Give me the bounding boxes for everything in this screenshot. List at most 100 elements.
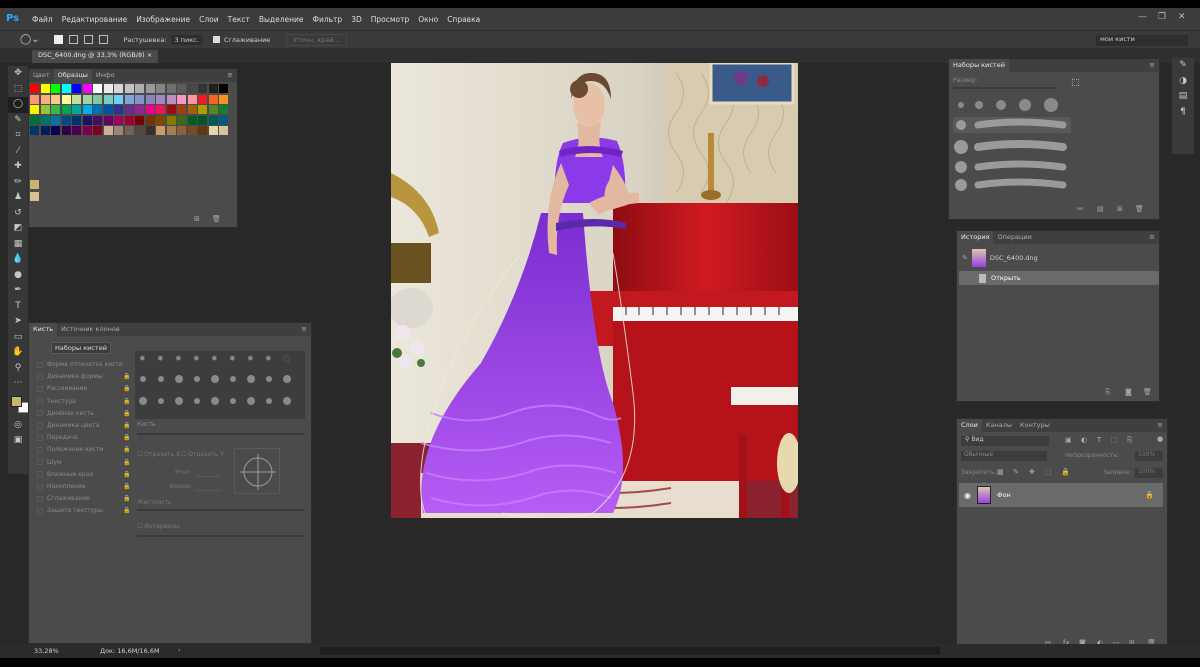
color-swatch[interactable] bbox=[166, 94, 176, 104]
color-swatch[interactable] bbox=[93, 115, 102, 125]
quick-mask-icon[interactable]: ◎ bbox=[8, 418, 28, 434]
foreground-color[interactable] bbox=[11, 395, 22, 407]
color-swatch[interactable] bbox=[61, 115, 71, 125]
color-swatch[interactable] bbox=[40, 94, 50, 104]
brush-option-row[interactable]: Рассеивание 🔒 bbox=[37, 383, 130, 394]
color-swatch[interactable] bbox=[177, 105, 186, 114]
menu-select[interactable]: Выделение bbox=[259, 15, 304, 24]
color-swatch[interactable] bbox=[135, 115, 144, 125]
color-swatch[interactable] bbox=[145, 105, 155, 114]
visibility-eye-icon[interactable]: ◉ bbox=[964, 491, 971, 500]
brush-option-row[interactable]: Влажные края 🔒 bbox=[37, 469, 130, 480]
dodge-tool-icon[interactable]: ● bbox=[8, 268, 28, 284]
gradient-tool-icon[interactable]: ▦ bbox=[8, 237, 28, 253]
stamp-tool-icon[interactable]: ♟ bbox=[8, 190, 28, 206]
tab-info[interactable]: Инфо bbox=[92, 69, 119, 82]
color-swatch[interactable] bbox=[82, 94, 92, 104]
minimize-icon[interactable]: — bbox=[1138, 12, 1147, 22]
brush-option-checkbox[interactable] bbox=[37, 495, 43, 502]
tab-brush-presets[interactable]: Наборы кистей bbox=[949, 59, 1009, 72]
color-swatch[interactable] bbox=[30, 126, 39, 135]
color-swatch[interactable] bbox=[30, 84, 39, 93]
new-selection-icon[interactable] bbox=[53, 35, 63, 44]
delete-state-icon[interactable]: 🗑 bbox=[1143, 388, 1152, 396]
color-swatch[interactable] bbox=[51, 84, 60, 93]
tab-paths[interactable]: Контуры bbox=[1016, 419, 1054, 432]
tab-channels[interactable]: Каналы bbox=[982, 419, 1016, 432]
color-swatch[interactable] bbox=[103, 94, 113, 104]
color-swatch[interactable] bbox=[145, 84, 155, 93]
filter-toggle-icon[interactable]: ● bbox=[1157, 435, 1163, 443]
color-swatch[interactable] bbox=[93, 126, 102, 135]
type-tool-icon[interactable]: T bbox=[8, 299, 28, 315]
color-swatch[interactable] bbox=[145, 94, 155, 104]
option-lock-icon[interactable]: 🔒 bbox=[123, 507, 130, 514]
color-swatch[interactable] bbox=[72, 94, 81, 104]
color-swatch[interactable] bbox=[103, 126, 113, 135]
color-swatch[interactable] bbox=[40, 115, 50, 125]
color-swatch[interactable] bbox=[30, 180, 39, 189]
color-swatch[interactable] bbox=[208, 105, 218, 114]
paragraph-panel-icon[interactable]: ¶ bbox=[1172, 105, 1194, 121]
color-swatch[interactable] bbox=[30, 105, 39, 114]
brush-option-checkbox[interactable] bbox=[37, 422, 43, 429]
panel-menu-icon[interactable]: ≡ bbox=[227, 71, 233, 79]
layer-row-background[interactable]: ◉ Фон 🔒 bbox=[959, 483, 1163, 507]
hardness-slider[interactable] bbox=[137, 509, 305, 511]
camera-icon[interactable]: ◙ bbox=[1125, 388, 1132, 396]
color-swatch[interactable] bbox=[198, 126, 207, 135]
option-lock-icon[interactable]: 🔒 bbox=[123, 459, 130, 466]
tab-layers[interactable]: Слои bbox=[957, 419, 982, 432]
option-lock-icon[interactable]: 🔒 bbox=[123, 385, 130, 392]
menu-help[interactable]: Справка bbox=[447, 15, 480, 24]
brush-option-checkbox[interactable] bbox=[37, 373, 43, 380]
panel-menu-icon[interactable]: ≡ bbox=[301, 325, 307, 333]
fill-input[interactable]: 100% bbox=[1135, 468, 1163, 478]
color-swatch[interactable] bbox=[51, 94, 60, 104]
lasso-preset-icon[interactable]: ◯⌄ bbox=[20, 34, 40, 45]
zoom-level[interactable]: 33,28% bbox=[34, 647, 59, 655]
color-swatch[interactable] bbox=[30, 115, 39, 125]
color-swatch[interactable] bbox=[166, 84, 176, 93]
color-swatch[interactable] bbox=[61, 94, 71, 104]
option-lock-icon[interactable]: 🔒 bbox=[123, 410, 130, 417]
color-swatch[interactable] bbox=[208, 94, 218, 104]
brush-option-row[interactable]: Динамика цвета 🔒 bbox=[37, 420, 130, 431]
marquee-tool-icon[interactable]: ⬚ bbox=[8, 82, 28, 98]
menu-view[interactable]: Просмотр bbox=[371, 15, 410, 24]
menu-type[interactable]: Текст bbox=[228, 15, 250, 24]
filter-smart-icon[interactable]: ⎘ bbox=[1127, 436, 1133, 445]
hand-tool-icon[interactable]: ✋ bbox=[8, 345, 28, 361]
color-swatch[interactable] bbox=[208, 115, 218, 125]
properties-panel-icon[interactable]: ▤ bbox=[1172, 89, 1194, 105]
new-document-from-state-icon[interactable]: ⎘ bbox=[1105, 388, 1111, 397]
option-lock-icon[interactable]: 🔒 bbox=[123, 434, 130, 441]
toggle-brush-panel-icon[interactable]: ⚯ bbox=[1077, 205, 1083, 213]
horizontal-scrollbar[interactable] bbox=[320, 647, 940, 655]
color-swatch[interactable] bbox=[187, 84, 197, 93]
zoom-tool-icon[interactable]: ⚲ bbox=[8, 361, 28, 377]
color-swatches[interactable] bbox=[8, 392, 29, 418]
brush-option-row[interactable]: Передача 🔒 bbox=[37, 432, 130, 443]
color-swatch[interactable] bbox=[40, 105, 50, 114]
brush-tool-icon[interactable]: ✏ bbox=[8, 175, 28, 191]
color-swatch[interactable] bbox=[219, 94, 228, 104]
color-swatch[interactable] bbox=[156, 94, 165, 104]
color-swatch[interactable] bbox=[61, 105, 71, 114]
color-swatch[interactable] bbox=[72, 115, 81, 125]
brush-option-row[interactable]: Сглаживание 🔒 bbox=[37, 493, 130, 504]
layer-lock-icon[interactable]: 🔒 bbox=[1145, 491, 1154, 499]
color-swatch[interactable] bbox=[72, 84, 81, 93]
color-swatch[interactable] bbox=[114, 84, 123, 93]
brush-option-row[interactable]: Динамика формы 🔒 bbox=[37, 371, 130, 382]
brush-option-checkbox[interactable] bbox=[37, 507, 43, 514]
history-brush-tool-icon[interactable]: ↺ bbox=[8, 206, 28, 222]
color-swatch[interactable] bbox=[156, 126, 165, 135]
pen-tool-icon[interactable]: ✒ bbox=[8, 283, 28, 299]
delete-swatch-icon[interactable]: 🗑 bbox=[212, 215, 221, 223]
color-swatch[interactable] bbox=[187, 126, 197, 135]
color-swatch[interactable] bbox=[82, 126, 92, 135]
brush-presets-panel-icon[interactable]: ✎ bbox=[1172, 58, 1194, 74]
brush-option-row[interactable]: Шум 🔒 bbox=[37, 457, 130, 468]
lock-pixels-icon[interactable]: ✎ bbox=[1013, 468, 1019, 476]
